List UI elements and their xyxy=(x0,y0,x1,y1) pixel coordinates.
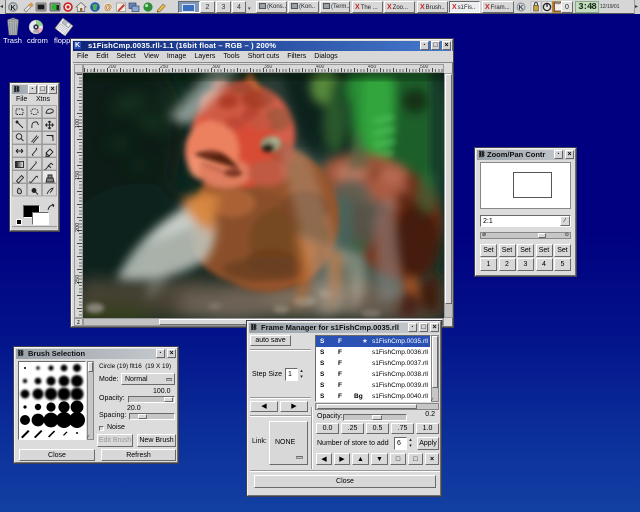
svg-text:K: K xyxy=(519,5,524,12)
svg-text:@: @ xyxy=(104,3,112,12)
svg-text:K: K xyxy=(10,5,15,12)
svg-text:disc: disc xyxy=(33,29,39,33)
